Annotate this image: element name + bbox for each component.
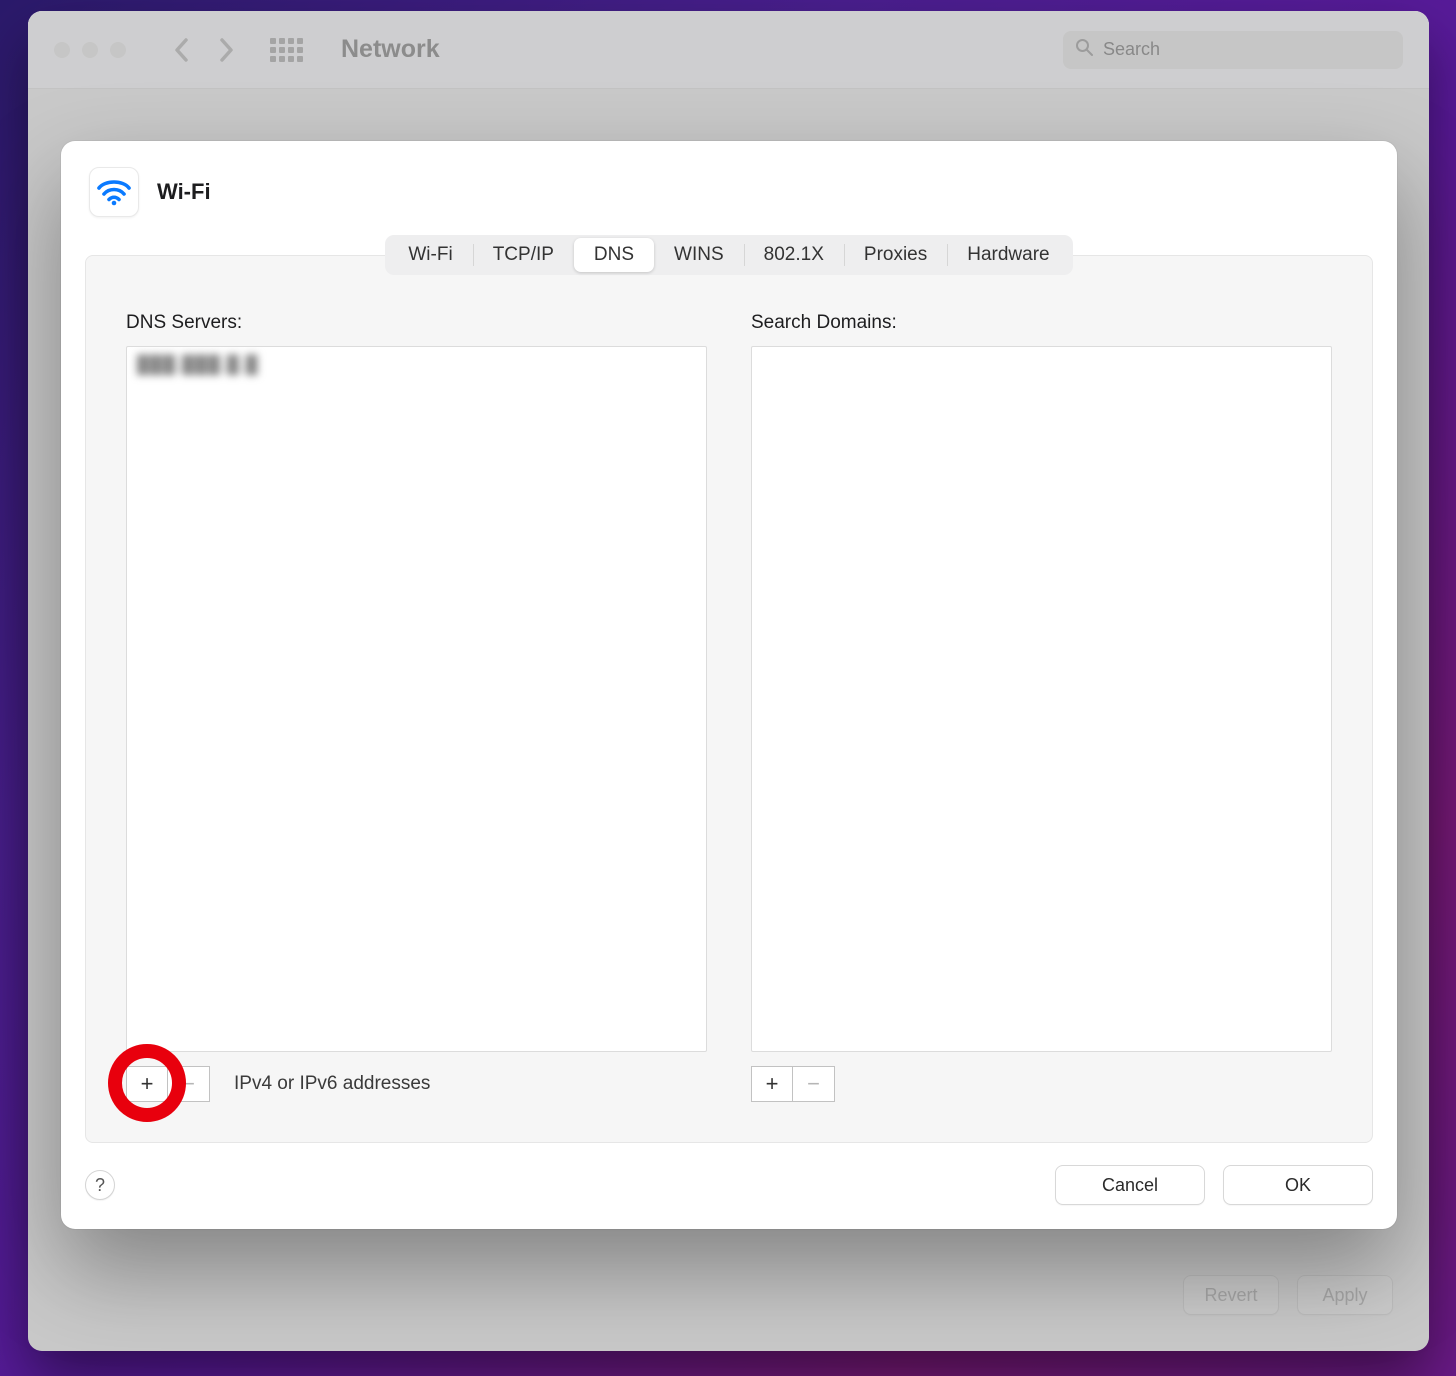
search-domains-label: Search Domains:: [751, 312, 1332, 334]
minus-icon: −: [182, 1071, 195, 1097]
sheet-title: Wi-Fi: [157, 179, 211, 205]
zoom-window-icon[interactable]: [110, 42, 126, 58]
dns-servers-hint: IPv4 or IPv6 addresses: [234, 1073, 430, 1095]
toolbar: Network: [28, 11, 1429, 89]
tab-hardware[interactable]: Hardware: [947, 238, 1069, 272]
search-domains-list[interactable]: [751, 346, 1332, 1052]
window-controls[interactable]: [54, 42, 126, 58]
wifi-advanced-sheet: Wi-Fi Wi-Fi TCP/IP DNS WINS 802.1X Proxi…: [61, 141, 1397, 1229]
forward-button[interactable]: [218, 38, 234, 62]
parent-footer: Revert Apply: [1183, 1275, 1393, 1315]
tab-8021x[interactable]: 802.1X: [744, 238, 844, 272]
help-icon: ?: [95, 1175, 105, 1196]
minimize-window-icon[interactable]: [82, 42, 98, 58]
cancel-button[interactable]: Cancel: [1055, 1165, 1205, 1205]
add-dns-server-button[interactable]: +: [126, 1066, 168, 1102]
tab-proxies[interactable]: Proxies: [844, 238, 947, 272]
remove-dns-server-button[interactable]: −: [168, 1066, 210, 1102]
plus-icon: +: [766, 1071, 779, 1097]
list-item[interactable]: ███.███.█.█: [137, 355, 696, 375]
minus-icon: −: [807, 1071, 820, 1097]
search-icon: [1075, 38, 1093, 61]
tab-dns[interactable]: DNS: [574, 238, 654, 272]
tab-tcpip[interactable]: TCP/IP: [473, 238, 574, 272]
window-title: Network: [341, 35, 440, 64]
plus-icon: +: [141, 1071, 154, 1097]
remove-search-domain-button[interactable]: −: [793, 1066, 835, 1102]
nav-arrows: [174, 38, 234, 62]
apply-button: Apply: [1297, 1275, 1393, 1315]
tab-bar: Wi-Fi TCP/IP DNS WINS 802.1X Proxies Har…: [385, 235, 1072, 275]
revert-button: Revert: [1183, 1275, 1279, 1315]
search-field[interactable]: [1063, 31, 1403, 69]
ok-button[interactable]: OK: [1223, 1165, 1373, 1205]
add-search-domain-button[interactable]: +: [751, 1066, 793, 1102]
show-all-icon[interactable]: [270, 38, 303, 62]
search-input[interactable]: [1103, 39, 1391, 60]
sheet-header: Wi-Fi: [85, 163, 1373, 235]
close-window-icon[interactable]: [54, 42, 70, 58]
dns-servers-label: DNS Servers:: [126, 312, 707, 334]
sheet-footer: ? Cancel OK: [85, 1143, 1373, 1205]
help-button[interactable]: ?: [85, 1170, 115, 1200]
dns-servers-column: DNS Servers: ███.███.█.█ + − IPv4 or IPv…: [126, 312, 707, 1102]
wifi-icon: [89, 167, 139, 217]
dns-panel: DNS Servers: ███.███.█.█ + − IPv4 or IPv…: [85, 255, 1373, 1143]
back-button[interactable]: [174, 38, 190, 62]
search-domains-column: Search Domains: + −: [751, 312, 1332, 1102]
tab-wifi[interactable]: Wi-Fi: [388, 238, 472, 272]
dns-servers-controls: + − IPv4 or IPv6 addresses: [126, 1066, 707, 1102]
tab-wins[interactable]: WINS: [654, 238, 744, 272]
dns-servers-list[interactable]: ███.███.█.█: [126, 346, 707, 1052]
search-domains-controls: + −: [751, 1066, 1332, 1102]
